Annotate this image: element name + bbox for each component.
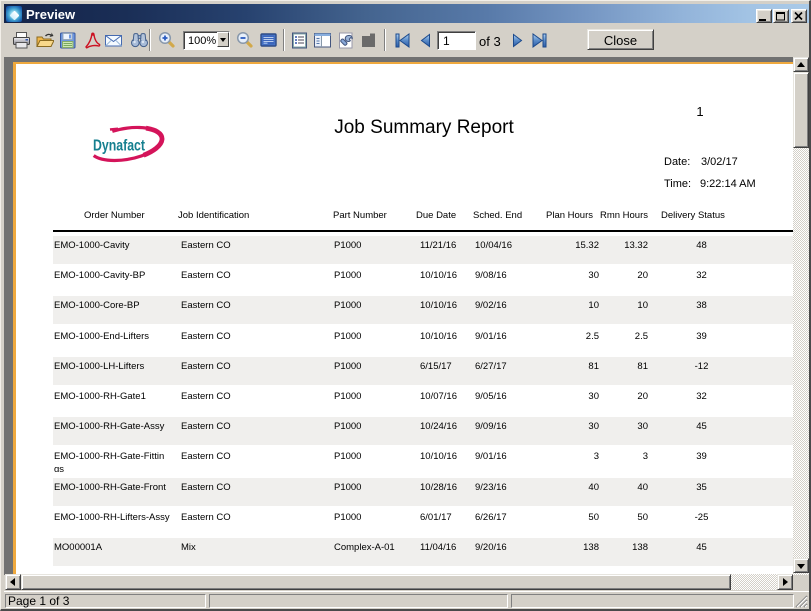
svg-text:Dynafact: Dynafact: [93, 138, 146, 155]
